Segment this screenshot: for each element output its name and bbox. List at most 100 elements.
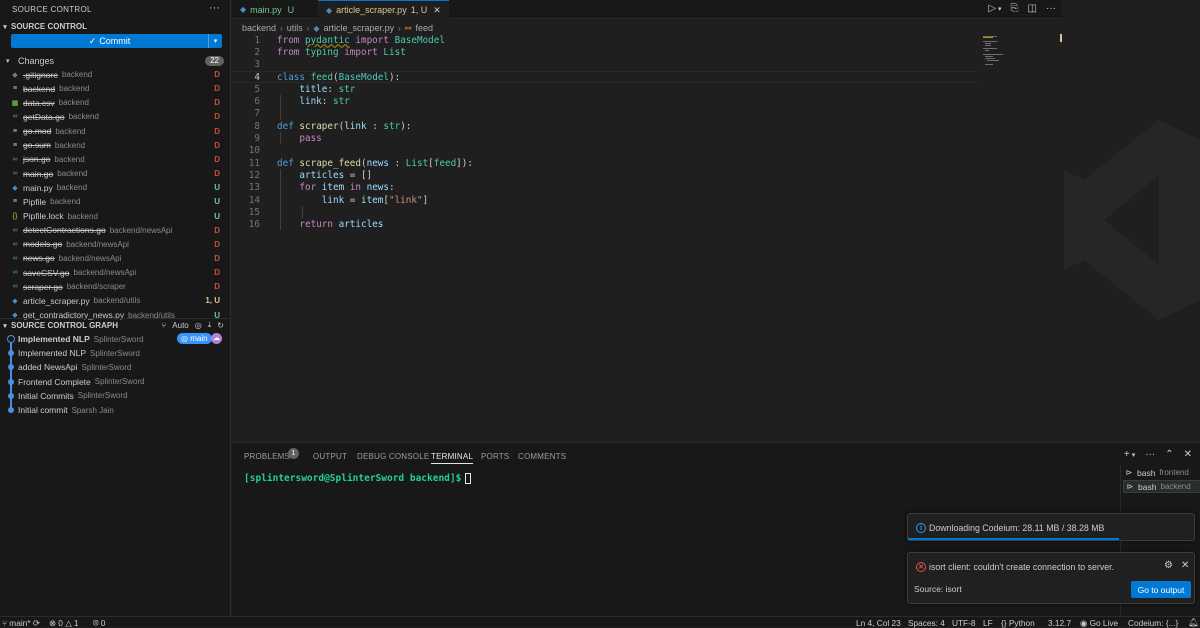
language-status[interactable]: {} Python — [1001, 617, 1035, 628]
terminal-item-selected[interactable]: ⊳ bash backend — [1123, 480, 1200, 493]
branch-filter-icon[interactable]: ⑂ — [161, 321, 166, 330]
commit-message: Initial Commits — [18, 390, 74, 401]
code-line: 15 — [248, 206, 260, 218]
terminal-cursor — [465, 473, 472, 484]
breadcrumb-item[interactable]: utils — [287, 23, 303, 33]
python-icon: ◆ — [313, 23, 320, 33]
breadcrumb: backend › utils › ◆ article_scraper.py ›… — [242, 22, 433, 34]
branch-icon: ⑂ — [2, 617, 7, 628]
sidebar-title: SOURCE CONTROL — [12, 5, 92, 14]
eol-status[interactable]: LF — [983, 617, 993, 628]
maximize-panel-icon[interactable]: ⌃ — [1165, 449, 1173, 460]
compare-changes-icon[interactable]: ⎘ — [1011, 3, 1019, 14]
changed-file-item[interactable]: ∞ news.go backend/newsApi D — [0, 251, 230, 265]
source-control-graph-header[interactable]: ▾ SOURCE CONTROL GRAPH ⑂ Auto ◎ ⤓ ↻ — [0, 318, 230, 332]
tab-debug-console[interactable]: DEBUG CONSOLE — [357, 452, 429, 461]
code-line: 11 def scrape_feed(news : List[feed]): — [248, 157, 473, 169]
file-path: backend — [57, 169, 88, 179]
breadcrumb-item[interactable]: backend — [242, 23, 276, 33]
changed-file-item[interactable]: {} Pipfile.lock backend U — [0, 209, 230, 223]
changes-count-badge: 22 — [205, 56, 224, 66]
changed-file-item[interactable]: ▦ data.csv backend D — [0, 96, 230, 110]
changed-file-item[interactable]: ∞ getData.go backend D — [0, 110, 230, 124]
breadcrumb-item[interactable]: article_scraper.py — [324, 23, 395, 33]
tab-terminal[interactable]: TERMINAL — [431, 452, 474, 464]
encoding-status[interactable]: UTF-8 — [952, 617, 976, 628]
changed-file-item[interactable]: ◆ main.py backend U — [0, 181, 230, 195]
indentation-status[interactable]: Spaces: 4 — [908, 617, 945, 628]
commit-item[interactable]: added NewsApi SplinterSword — [0, 360, 230, 374]
branch-status[interactable]: ⑂ main* ⟳ — [2, 617, 40, 628]
commit-node-icon — [8, 392, 14, 399]
changed-file-item[interactable]: ∞ json.go backend D — [0, 152, 230, 166]
close-panel-icon[interactable]: ✕ — [1184, 449, 1192, 460]
commit-item[interactable]: Initial commit Sparsh Jain — [0, 403, 230, 417]
file-status: D — [214, 98, 220, 108]
changed-file-item[interactable]: ≡ Pipfile backend U — [0, 195, 230, 209]
refresh-icon[interactable]: ↻ — [217, 321, 224, 330]
changes-header[interactable]: ▾ Changes 22 — [6, 55, 224, 67]
problems-status[interactable]: ⊗ 0 △ 1 — [49, 617, 79, 628]
sum-file-icon: ≡ — [12, 141, 18, 149]
commit-item[interactable]: Frontend Complete SplinterSword — [0, 375, 230, 389]
tab-article-scraper-py[interactable]: ◆ article_scraper.py 1, U ✕ — [318, 0, 449, 19]
commit-item[interactable]: Initial Commits SplinterSword — [0, 389, 230, 403]
changed-file-item[interactable]: ∞ main.go backend D — [0, 167, 230, 181]
ports-status[interactable]: ⦻ 0 — [93, 617, 105, 628]
run-dropdown-icon[interactable]: ▾ — [998, 5, 1002, 14]
changed-file-item[interactable]: ◆ .gitignore backend D — [0, 68, 230, 82]
tab-comments[interactable]: COMMENTS — [518, 452, 566, 461]
fetch-icon[interactable]: ⤓ — [208, 320, 212, 330]
python-icon: ◆ — [326, 5, 333, 15]
code-line: 14 link = item["link"] — [248, 194, 429, 206]
error-icon: ⊗ — [49, 617, 56, 628]
codeium-status[interactable]: Codeium: {...} — [1128, 617, 1178, 628]
tab-ports[interactable]: PORTS — [481, 452, 509, 461]
gear-icon[interactable]: ⚙ — [1164, 560, 1173, 571]
more-actions-icon[interactable]: ··· — [209, 2, 220, 14]
target-icon[interactable]: ◎ — [195, 321, 202, 330]
file-status: U — [214, 211, 220, 221]
changed-file-item[interactable]: ≡ go.sum backend D — [0, 138, 230, 152]
changed-file-item[interactable]: ∞ saveCSV.go backend/newsApi D — [0, 266, 230, 280]
tab-output[interactable]: OUTPUT — [313, 452, 347, 461]
cursor-position[interactable]: Ln 4, Col 23 — [856, 617, 901, 628]
go-live-button[interactable]: ◉ Go Live — [1080, 617, 1118, 628]
terminal-icon: ⊳ — [1126, 482, 1134, 491]
changed-file-item[interactable]: ∞ scraper.go backend/scraper D — [0, 280, 230, 294]
changed-file-item[interactable]: ◆ article_scraper.py backend/utils 1, U — [0, 294, 230, 308]
download-notification[interactable]: i Downloading Codeium: 28.11 MB / 38.28 … — [907, 513, 1195, 541]
commit-dropdown-icon[interactable]: ▾ — [208, 34, 222, 48]
commit-button[interactable]: ✓ Commit ▾ — [11, 34, 222, 48]
source-control-section-header[interactable]: ▾ SOURCE CONTROL — [0, 22, 87, 31]
changed-file-item[interactable]: ∞ models.go backend/newsApi D — [0, 237, 230, 251]
file-status: 1, U — [205, 296, 220, 306]
more-actions-icon[interactable]: ··· — [1046, 3, 1056, 14]
changed-file-item[interactable]: ≡ backend backend D — [0, 82, 230, 96]
split-editor-icon[interactable]: ◫ — [1028, 3, 1037, 14]
graph-auto-label[interactable]: Auto — [172, 321, 188, 330]
go-to-output-button[interactable]: Go to output — [1131, 581, 1191, 598]
bell-icon[interactable]: 🔔︎ — [1188, 617, 1199, 628]
more-actions-icon[interactable]: ··· — [1145, 449, 1155, 460]
commit-item[interactable]: Implemented NLP SplinterSword — [0, 346, 230, 360]
close-icon[interactable]: ✕ — [1181, 560, 1189, 571]
close-icon[interactable]: ✕ — [433, 5, 441, 16]
problems-count-badge: 1 — [288, 448, 299, 459]
file-status: D — [214, 225, 220, 235]
minimap[interactable] — [977, 34, 1063, 442]
python-version-status[interactable]: 3.12.7 — [1048, 617, 1071, 628]
tab-problems[interactable]: PROBLEMS — [244, 452, 290, 461]
changed-file-item[interactable]: ∞ detectContractions.go backend/newsApi D — [0, 223, 230, 237]
breadcrumb-item[interactable]: feed — [415, 23, 433, 33]
file-name: article_scraper.py — [23, 295, 90, 306]
error-notification[interactable]: ✕ isort client: couldn't create connecti… — [907, 552, 1195, 604]
tab-main-py[interactable]: ◆ main.py U — [232, 0, 302, 19]
code-editor[interactable]: 1 from pydantic import BaseModel 2 from ty… — [232, 34, 977, 434]
terminal-item[interactable]: ⊳ bash frontend — [1123, 466, 1200, 479]
changed-file-item[interactable]: ≡ go.mod backend D — [0, 124, 230, 138]
terminal-prompt[interactable]: [splintersword@SplinterSword backend]$ — [244, 473, 472, 484]
run-icon[interactable]: ▷ — [988, 3, 996, 14]
new-terminal-icon[interactable]: + — [1124, 449, 1130, 460]
terminal-dropdown-icon[interactable]: ▾ — [1132, 451, 1136, 460]
